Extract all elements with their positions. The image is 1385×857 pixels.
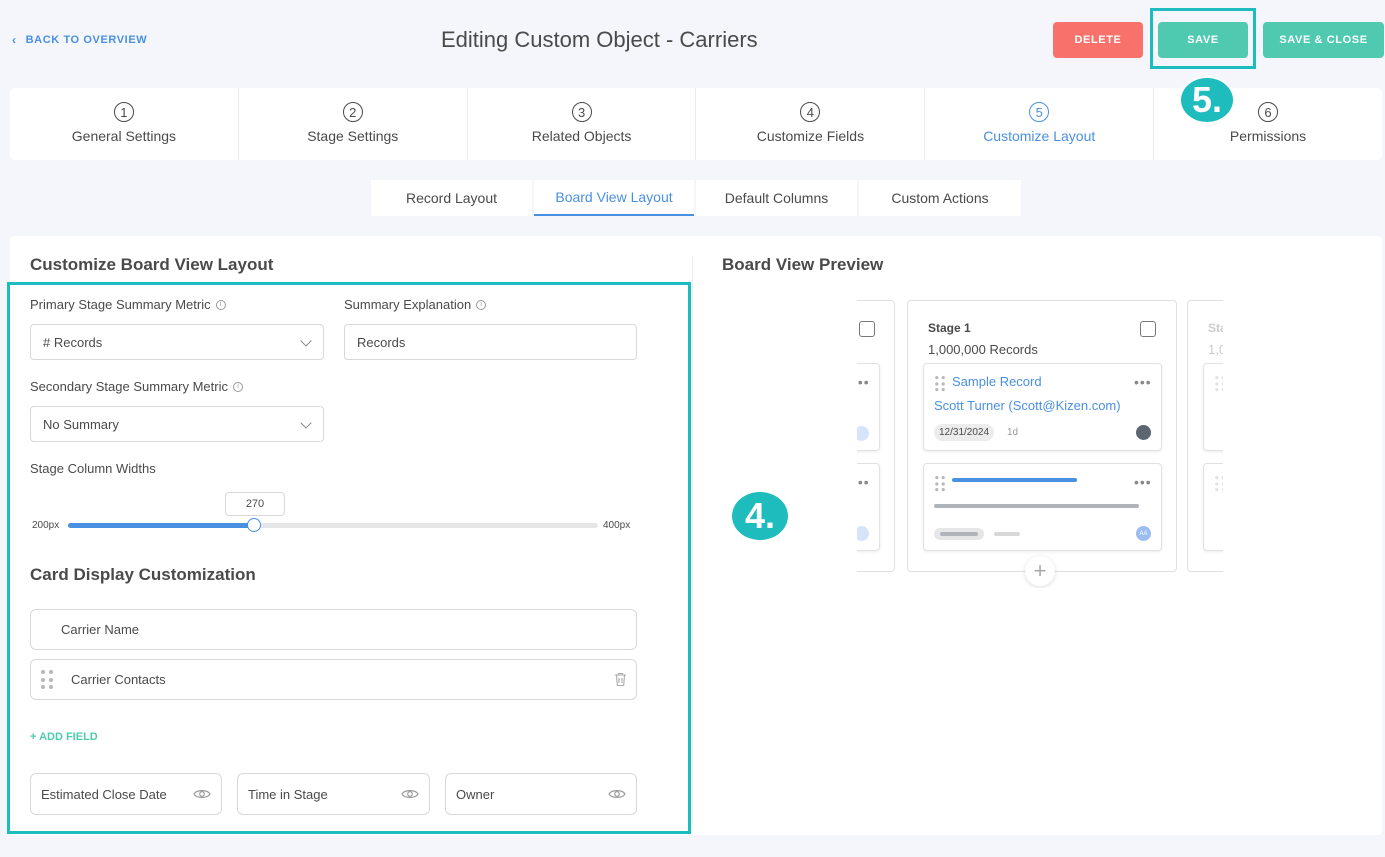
save-button[interactable]: SAVE	[1158, 22, 1248, 58]
drag-handle-icon	[1215, 376, 1223, 392]
step-label: Related Objects	[531, 128, 632, 144]
step-label: Stage Settings	[307, 128, 399, 144]
customize-board-title: Customize Board View Layout	[30, 255, 274, 274]
add-card-button[interactable]: +	[1025, 556, 1055, 586]
column-select-checkbox[interactable]	[859, 321, 875, 337]
step-customize-layout[interactable]: 5 Customize Layout	[925, 88, 1155, 160]
form-highlight-annotation	[7, 282, 691, 834]
board-column-partial-right: Sta 1,00	[1187, 300, 1223, 572]
back-to-overview-link[interactable]: ‹ BACK TO OVERVIEW	[12, 33, 147, 47]
placeholder-age-bar	[994, 532, 1020, 536]
board-column-stage-1: Stage 1 1,000,000 Records Sample Record …	[907, 300, 1177, 572]
avatar	[1136, 425, 1151, 440]
more-icon: •••	[1134, 474, 1152, 490]
avatar: AA	[1136, 526, 1151, 541]
tab-custom-actions[interactable]: Custom Actions	[859, 180, 1021, 216]
step-label: General Settings	[71, 128, 177, 144]
stage-record-count: 1,000,000 Records	[928, 342, 1038, 357]
more-icon: •••	[857, 374, 870, 390]
board-card-partial	[1203, 363, 1223, 451]
avatar	[857, 526, 869, 541]
board-column-partial-left: ••• •••	[857, 300, 895, 572]
placeholder-line-bar	[934, 504, 1139, 508]
placeholder-title-bar	[952, 478, 1077, 482]
step-customize-fields[interactable]: 4 Customize Fields	[696, 88, 926, 160]
layout-subtabs: Record Layout Board View Layout Default …	[371, 180, 1021, 216]
board-card-partial: •••	[857, 363, 880, 451]
more-icon[interactable]: •••	[1134, 374, 1152, 390]
stage-title-partial: Sta	[1208, 321, 1223, 335]
step-number: 3	[571, 102, 592, 122]
page-title: Editing Custom Object - Carriers	[441, 27, 758, 52]
annotation-badge-4: 4.	[732, 492, 788, 540]
record-name-link[interactable]: Sample Record	[952, 374, 1042, 389]
placeholder-pill-bar	[940, 532, 978, 536]
stage-count-partial: 1,00	[1208, 342, 1223, 357]
more-icon: •••	[857, 474, 870, 490]
tab-record-layout[interactable]: Record Layout	[371, 180, 532, 216]
board-card-partial	[1203, 463, 1223, 551]
step-number: 4	[800, 102, 821, 122]
column-select-checkbox[interactable]	[1140, 321, 1156, 337]
step-number: 1	[113, 102, 134, 122]
step-related-objects[interactable]: 3 Related Objects	[468, 88, 697, 160]
avatar	[857, 426, 869, 441]
back-label: BACK TO OVERVIEW	[25, 34, 148, 46]
delete-button[interactable]: DELETE	[1053, 22, 1143, 58]
step-label: Customize Fields	[756, 128, 865, 144]
wizard-steps: 1 General Settings 2 Stage Settings 3 Re…	[10, 88, 1382, 160]
board-preview: ••• ••• Stage 1 1,000,000 Records Sample…	[857, 298, 1223, 588]
board-card-partial: •••	[857, 463, 880, 551]
step-stage-settings[interactable]: 2 Stage Settings	[239, 88, 468, 160]
time-in-stage: 1d	[1007, 427, 1019, 438]
tab-board-view-layout[interactable]: Board View Layout	[534, 180, 694, 216]
drag-handle-icon[interactable]	[935, 376, 945, 392]
step-number: 6	[1258, 102, 1279, 122]
tab-default-columns[interactable]: Default Columns	[696, 180, 857, 216]
step-number: 5	[1029, 102, 1050, 122]
drag-handle-icon	[935, 476, 945, 492]
panel-divider	[692, 256, 693, 826]
board-card-sample[interactable]: Sample Record ••• Scott Turner (Scott@Ki…	[923, 363, 1162, 451]
chevron-left-icon: ‹	[12, 33, 17, 47]
step-label: Permissions	[1229, 128, 1307, 144]
step-label: Customize Layout	[983, 128, 1096, 144]
step-general-settings[interactable]: 1 General Settings	[10, 88, 239, 160]
step-number: 2	[342, 102, 363, 122]
date-pill: 12/31/2024	[934, 424, 995, 441]
drag-handle-icon	[1215, 476, 1223, 492]
board-preview-title: Board View Preview	[722, 255, 884, 274]
annotation-badge-5: 5.	[1179, 76, 1235, 124]
save-and-close-button[interactable]: SAVE & CLOSE	[1263, 22, 1384, 58]
board-card-placeholder: ••• AA	[923, 463, 1162, 551]
contact-link[interactable]: Scott Turner (Scott@Kizen.com)	[934, 398, 1121, 413]
stage-title: Stage 1	[928, 321, 971, 335]
